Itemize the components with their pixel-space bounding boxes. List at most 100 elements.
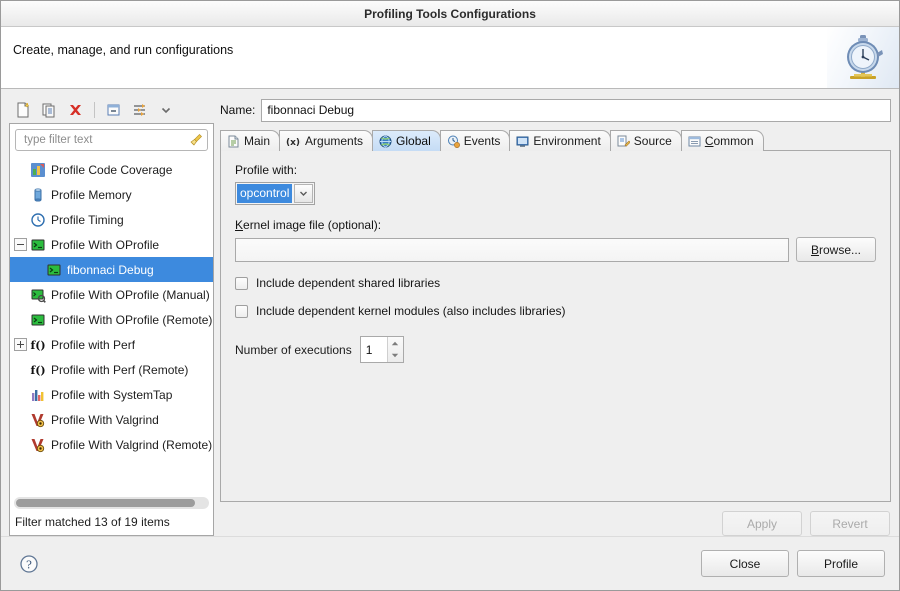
tree-item-profile-with-perf-remote[interactable]: f() Profile with Perf (Remote) <box>10 357 213 382</box>
configurations-tree-box: Profile Code Coverage Profile Memory <box>9 123 214 536</box>
profile-with-value: opcontrol <box>237 184 292 203</box>
perf-fx-icon: f() <box>30 362 46 378</box>
configuration-name-input[interactable] <box>261 98 891 122</box>
tree-item-label: Profile With Valgrind (Remote) <box>51 437 213 452</box>
tab-arguments[interactable]: (x)= Arguments <box>279 130 374 151</box>
oprofile-config-icon <box>46 262 62 278</box>
tree-item-profile-with-valgrind[interactable]: Profile With Valgrind <box>10 407 213 432</box>
executions-value[interactable]: 1 <box>361 337 387 362</box>
twisty-collapse[interactable] <box>14 238 27 251</box>
tree-item-label: Profile with SystemTap <box>51 387 173 402</box>
include-kernel-modules-row[interactable]: Include dependent kernel modules (also i… <box>235 304 876 318</box>
new-configuration-button[interactable] <box>11 99 35 121</box>
tree-item-profile-with-systemtap[interactable]: Profile with SystemTap <box>10 382 213 407</box>
window-title-bar: Profiling Tools Configurations <box>1 1 899 27</box>
number-of-executions-row: Number of executions 1 <box>235 336 876 363</box>
stepper-down-icon[interactable] <box>388 350 403 363</box>
apply-button[interactable]: Apply <box>722 511 802 536</box>
tree-item-label: Profile With Valgrind <box>51 412 159 427</box>
tree-item-label: Profile Memory <box>51 187 132 202</box>
search-input[interactable] <box>22 133 189 147</box>
code-coverage-icon <box>30 162 46 178</box>
valgrind-icon <box>30 437 46 453</box>
tab-global[interactable]: Global <box>372 130 441 151</box>
svg-text:f(): f() <box>31 364 46 377</box>
global-globe-icon <box>379 135 392 148</box>
include-kernel-modules-label: Include dependent kernel modules (also i… <box>256 304 566 318</box>
number-of-executions-label: Number of executions <box>235 342 352 357</box>
tree-item-label: Profile with Perf <box>51 337 136 352</box>
broom-icon[interactable] <box>189 133 203 147</box>
twisty-expand[interactable] <box>14 338 27 351</box>
chevron-down-icon[interactable] <box>294 184 313 203</box>
common-icon <box>688 135 701 148</box>
tree-item-profile-code-coverage[interactable]: Profile Code Coverage <box>10 157 213 182</box>
memory-icon <box>30 187 46 203</box>
kernel-image-row: Browse... <box>235 237 876 262</box>
tree-item-label: fibonnaci Debug <box>67 262 154 277</box>
include-shared-libraries-checkbox[interactable] <box>235 276 248 290</box>
tab-label: Common <box>704 134 754 148</box>
tab-source[interactable]: Source <box>609 130 682 151</box>
close-button[interactable]: Close <box>701 550 789 577</box>
filter-status-text: Filter matched 13 of 19 items <box>15 515 170 529</box>
oprofile-manual-icon <box>30 287 46 303</box>
kernel-image-label: Kernel image file (optional): <box>235 218 382 232</box>
kernel-image-input[interactable] <box>235 237 789 262</box>
header-description: Create, manage, and run configurations <box>13 43 234 57</box>
tab-label: Events <box>463 134 501 148</box>
oprofile-icon <box>30 237 46 253</box>
tree-item-label: Profile With OProfile (Remote) <box>51 312 213 327</box>
tree-item-fibonnaci-debug[interactable]: fibonnaci Debug <box>10 257 213 282</box>
collapse-all-button[interactable] <box>102 99 126 121</box>
help-question-icon[interactable]: ? <box>19 554 39 574</box>
profile-button[interactable]: Profile <box>797 550 885 577</box>
configurations-panel: Profile Code Coverage Profile Memory <box>9 97 214 536</box>
dialog-body: Profile Code Coverage Profile Memory <box>1 89 899 536</box>
tab-environment[interactable]: Environment <box>509 130 611 151</box>
profile-with-combo[interactable]: opcontrol <box>235 182 315 205</box>
include-shared-libraries-row[interactable]: Include dependent shared libraries <box>235 276 876 290</box>
svg-text:?: ? <box>26 558 32 571</box>
stepper-buttons <box>386 337 403 363</box>
main-document-icon <box>227 135 240 148</box>
include-shared-libraries-label: Include dependent shared libraries <box>256 276 441 290</box>
filter-field[interactable] <box>15 129 208 151</box>
tree-horizontal-scrollbar[interactable] <box>14 497 209 509</box>
tree-item-profile-with-oprofile[interactable]: Profile With OProfile <box>10 232 213 257</box>
stepper-up-icon[interactable] <box>388 337 403 350</box>
toolbar-separator <box>94 102 95 118</box>
delete-red-x-icon[interactable] <box>63 99 87 121</box>
tree-item-profile-timing[interactable]: Profile Timing <box>10 207 213 232</box>
tab-label: Source <box>633 134 672 148</box>
events-clock-icon <box>447 135 460 148</box>
tree-item-label: Profile With OProfile (Manual) <box>51 287 210 302</box>
window-title: Profiling Tools Configurations <box>364 6 536 21</box>
scrollbar-thumb[interactable] <box>16 499 196 507</box>
revert-button[interactable]: Revert <box>810 511 890 536</box>
tab-common[interactable]: Common <box>680 130 764 151</box>
dialog-footer: ? Close Profile <box>1 536 899 590</box>
quantity-stepper[interactable]: 1 <box>359 336 404 363</box>
include-kernel-modules-checkbox[interactable] <box>235 304 248 318</box>
duplicate-configuration-button[interactable] <box>37 99 61 121</box>
timing-clock-icon <box>30 212 46 228</box>
tree-item-profile-memory[interactable]: Profile Memory <box>10 182 213 207</box>
tree-item-label: Profile Code Coverage <box>51 162 173 177</box>
configuration-tab-bar: Main (x)= Arguments <box>220 130 891 151</box>
browse-button[interactable]: Browse... <box>796 237 876 262</box>
valgrind-icon <box>30 412 46 428</box>
filter-icon[interactable] <box>128 99 152 121</box>
tab-events[interactable]: Events <box>439 130 511 151</box>
filter-wrapper <box>10 124 213 155</box>
tree-item-profile-with-oprofile-remote[interactable]: Profile With OProfile (Remote) <box>10 307 213 332</box>
stopwatch-icon <box>827 27 899 88</box>
chevron-down-icon[interactable] <box>154 99 178 121</box>
configurations-tree[interactable]: Profile Code Coverage Profile Memory Pro… <box>10 155 213 495</box>
tree-item-profile-with-oprofile-manual[interactable]: Profile With OProfile (Manual) <box>10 282 213 307</box>
tree-item-profile-with-perf[interactable]: f() Profile with Perf <box>10 332 213 357</box>
tab-label: Arguments <box>305 134 364 148</box>
tree-item-profile-with-valgrind-remote[interactable]: Profile With Valgrind (Remote) <box>10 432 213 457</box>
tab-main[interactable]: Main <box>220 130 281 151</box>
systemtap-chart-icon <box>30 387 46 403</box>
